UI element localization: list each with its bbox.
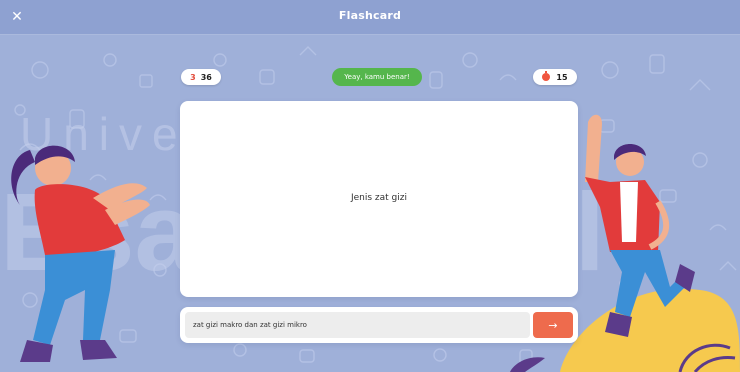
flashcard[interactable]: Jenis zat gizi: [180, 101, 578, 297]
arrow-right-icon: →: [548, 318, 558, 332]
timer-icon: [542, 71, 551, 81]
wrong-count: 3: [190, 72, 196, 82]
answer-bar: →: [180, 307, 578, 343]
feedback-badge: Yeay, kamu benar!: [332, 68, 422, 86]
top-bar: ✕ Flashcard: [0, 0, 740, 34]
submit-button[interactable]: →: [533, 312, 573, 338]
score-badge: 3 36: [181, 69, 221, 85]
page-title: Flashcard: [338, 9, 402, 22]
flashcard-question: Jenis zat gizi: [350, 193, 407, 203]
timer-badge: 15: [533, 69, 577, 85]
answer-input[interactable]: [185, 312, 530, 338]
timer-value: 15: [556, 72, 568, 82]
flashcard-screen: Universitas Esa Unggul ✕ Flashcard: [0, 0, 740, 372]
total-count: 36: [200, 72, 212, 82]
